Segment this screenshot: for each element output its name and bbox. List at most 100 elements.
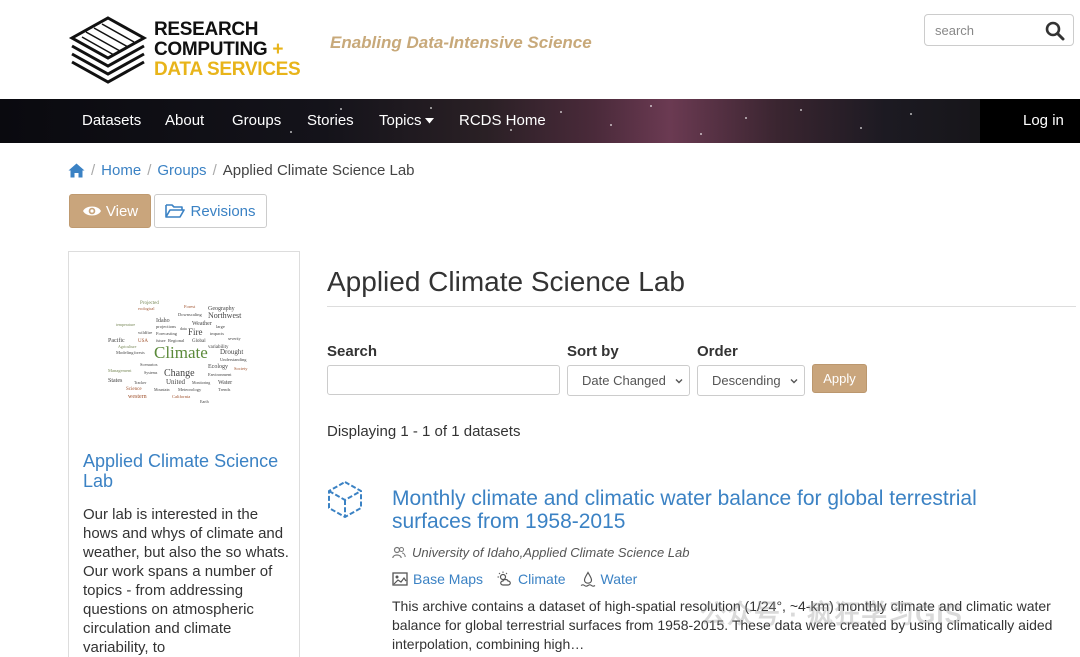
- group-sidebar: Projected Geography Forest ecological Do…: [68, 251, 300, 657]
- sidebar-group-title[interactable]: Applied Climate Science Lab: [83, 451, 283, 491]
- wordcloud-word: Climate: [154, 343, 208, 362]
- wordcloud-word: USA: [138, 339, 148, 344]
- wordcloud-word: wildfire: [138, 330, 152, 335]
- folder-open-icon: [165, 204, 186, 218]
- logo-text: RESEARCH COMPUTING + DATA SERVICES: [154, 19, 301, 80]
- search-icon[interactable]: [1045, 21, 1065, 41]
- sort-label: Sort by: [567, 343, 619, 360]
- wordcloud-word: Downscaling: [178, 312, 202, 317]
- sort-select[interactable]: Date Changed: [567, 365, 690, 396]
- nav-topics-label: Topics: [379, 112, 422, 129]
- nav-bg-star: [560, 111, 562, 113]
- wordcloud-word: severity: [228, 336, 241, 341]
- results-count: Displaying 1 - 1 of 1 datasets: [327, 423, 521, 440]
- wordcloud-word: Science: [126, 387, 142, 392]
- wordcloud-word: California: [172, 394, 190, 399]
- wordcloud-word: western: [128, 394, 147, 400]
- cube-icon: [328, 481, 362, 518]
- tag-water[interactable]: Water: [580, 571, 637, 587]
- wordcloud-word: Trends: [218, 387, 231, 392]
- nav-bg-star: [700, 133, 702, 135]
- site-tagline: Enabling Data-Intensive Science: [330, 33, 592, 52]
- wordcloud-word: Modeling: [116, 350, 134, 355]
- wordcloud-word: Monitoring: [192, 380, 210, 385]
- rcds-logo[interactable]: RESEARCH COMPUTING + DATA SERVICES: [68, 14, 318, 86]
- eye-icon: [82, 206, 101, 216]
- wordcloud-word: Scenarios: [140, 362, 158, 367]
- wordcloud-word: Fire: [188, 327, 203, 337]
- wordcloud-word: Earth: [200, 399, 209, 404]
- dataset-title-link[interactable]: Monthly climate and climatic water balan…: [392, 487, 1052, 533]
- wechat-watermark: 公众号 · 疯狂学习GIS: [700, 599, 963, 629]
- breadcrumb-separator: /: [91, 162, 96, 179]
- dataset-organization: University of Idaho,Applied Climate Scie…: [392, 545, 689, 560]
- image-icon: [392, 572, 408, 586]
- revisions-button[interactable]: Revisions: [154, 194, 267, 228]
- nav-bg-star: [910, 113, 912, 115]
- wordcloud-word: Water: [218, 380, 232, 386]
- wordcloud-word: Society: [234, 366, 248, 371]
- weather-icon: [497, 571, 511, 586]
- view-button[interactable]: View: [69, 194, 151, 228]
- group-wordcloud-image[interactable]: Projected Geography Forest ecological Do…: [104, 292, 264, 412]
- nav-bg-star: [650, 105, 652, 107]
- nav-stories[interactable]: Stories: [307, 112, 354, 129]
- nav-bg-star: [430, 107, 432, 109]
- order-select[interactable]: Descending: [697, 365, 805, 396]
- caret-down-icon: [424, 117, 434, 123]
- water-icon: [580, 571, 595, 587]
- view-button-label: View: [105, 202, 139, 220]
- tag-base-maps[interactable]: Base Maps: [392, 571, 483, 587]
- nav-about[interactable]: About: [165, 112, 204, 129]
- tag-label: Climate: [518, 571, 566, 587]
- logo-plus: +: [272, 39, 284, 60]
- wordcloud-word: Northwest: [208, 311, 242, 320]
- page-title: Applied Climate Science Lab: [327, 266, 685, 297]
- main-nav: Datasets About Groups Stories Topics RCD…: [0, 99, 1080, 143]
- wordcloud-word: ecological: [138, 306, 155, 311]
- header-search: [924, 14, 1074, 46]
- order-select-value: Descending: [712, 373, 781, 388]
- tag-label: Base Maps: [413, 571, 484, 587]
- nav-groups[interactable]: Groups: [232, 112, 281, 129]
- users-icon: [392, 546, 406, 559]
- logo-line-3: DATA SERVICES: [154, 59, 301, 80]
- logo-line-2-text: COMPUTING: [154, 39, 268, 60]
- apply-button[interactable]: Apply: [812, 364, 867, 393]
- nav-rcds-home[interactable]: RCDS Home: [459, 112, 546, 129]
- logo-line-1: RESEARCH: [154, 19, 259, 40]
- nav-datasets[interactable]: Datasets: [82, 112, 141, 129]
- breadcrumb-home[interactable]: Home: [101, 162, 141, 179]
- wordcloud-word: Forest: [184, 304, 196, 309]
- wordcloud-word: Forecasting: [156, 331, 178, 336]
- breadcrumb: / Home / Groups / Applied Climate Scienc…: [68, 162, 415, 179]
- home-icon[interactable]: [68, 163, 85, 178]
- order-label: Order: [697, 343, 738, 360]
- nav-bg-star: [860, 127, 862, 129]
- wordcloud-word: large: [216, 324, 225, 329]
- nav-login[interactable]: Log in: [1023, 112, 1064, 129]
- title-divider: [327, 306, 1076, 307]
- stacked-layers-icon: [68, 16, 148, 84]
- wordcloud-word: Systems: [144, 370, 158, 375]
- nav-bg-star: [800, 109, 802, 111]
- wordcloud-word: Drought: [220, 348, 243, 356]
- logo-line-2: COMPUTING +: [154, 40, 300, 60]
- wordcloud-word: States: [108, 378, 123, 384]
- nav-topics[interactable]: Topics: [379, 112, 434, 129]
- breadcrumb-groups[interactable]: Groups: [157, 162, 206, 179]
- wordcloud-word: impacts: [210, 331, 224, 336]
- nav-bg-star: [745, 117, 747, 119]
- dataset-search-input[interactable]: [327, 365, 560, 395]
- revisions-button-label: Revisions: [190, 202, 256, 220]
- search-label: Search: [327, 343, 378, 360]
- nav-bg-star: [610, 124, 612, 126]
- wordcloud-word: Understanding: [220, 357, 247, 362]
- nav-bg-star: [510, 129, 512, 131]
- tag-climate[interactable]: Climate: [497, 571, 566, 587]
- wordcloud-word: Environment: [208, 372, 232, 377]
- wordcloud-word: Management: [108, 368, 132, 373]
- header-search-input[interactable]: [925, 15, 1040, 45]
- breadcrumb-separator: /: [147, 162, 152, 179]
- breadcrumb-separator: /: [212, 162, 217, 179]
